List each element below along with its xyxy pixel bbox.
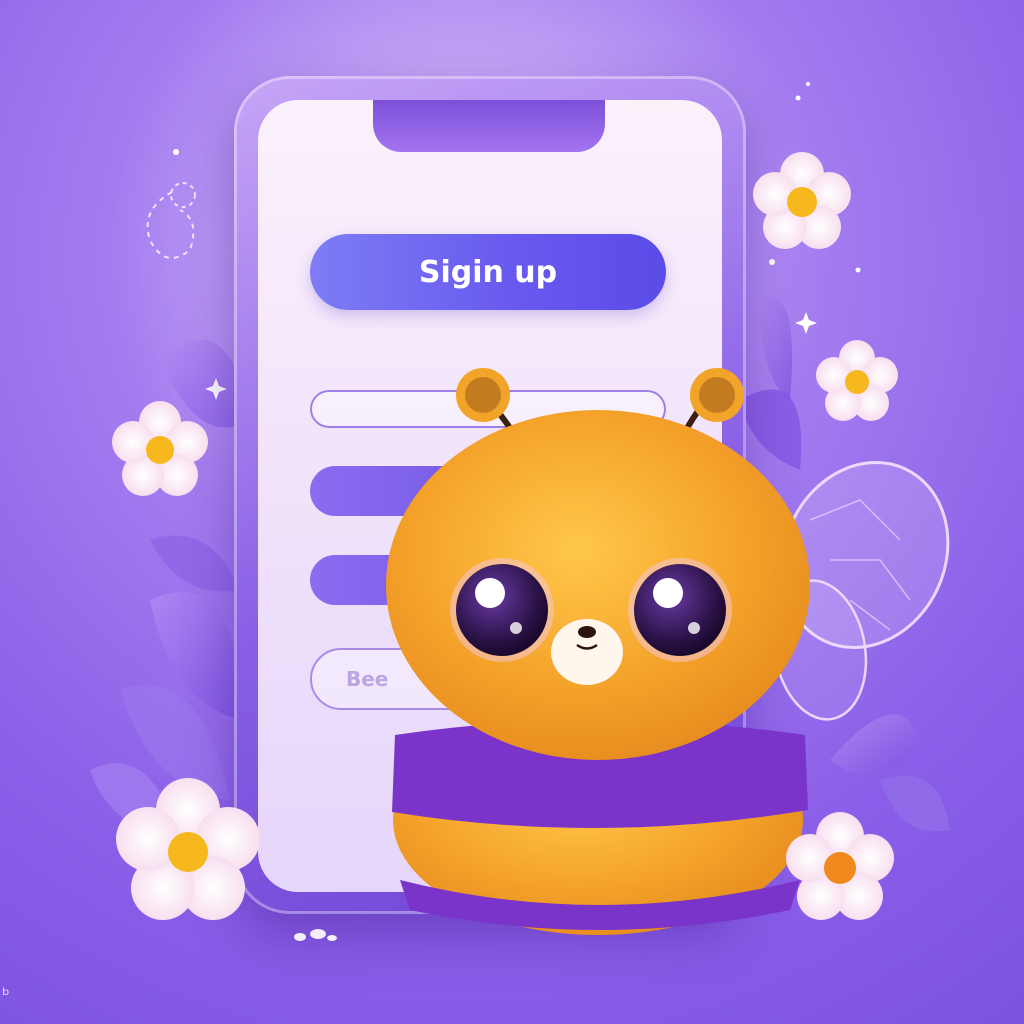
scene: Sigin up Bo Bee (0, 0, 1024, 1024)
foreground-art (112, 152, 950, 941)
bee-mascot (386, 368, 810, 935)
bing-logo-icon: ᵇ (2, 985, 10, 1006)
